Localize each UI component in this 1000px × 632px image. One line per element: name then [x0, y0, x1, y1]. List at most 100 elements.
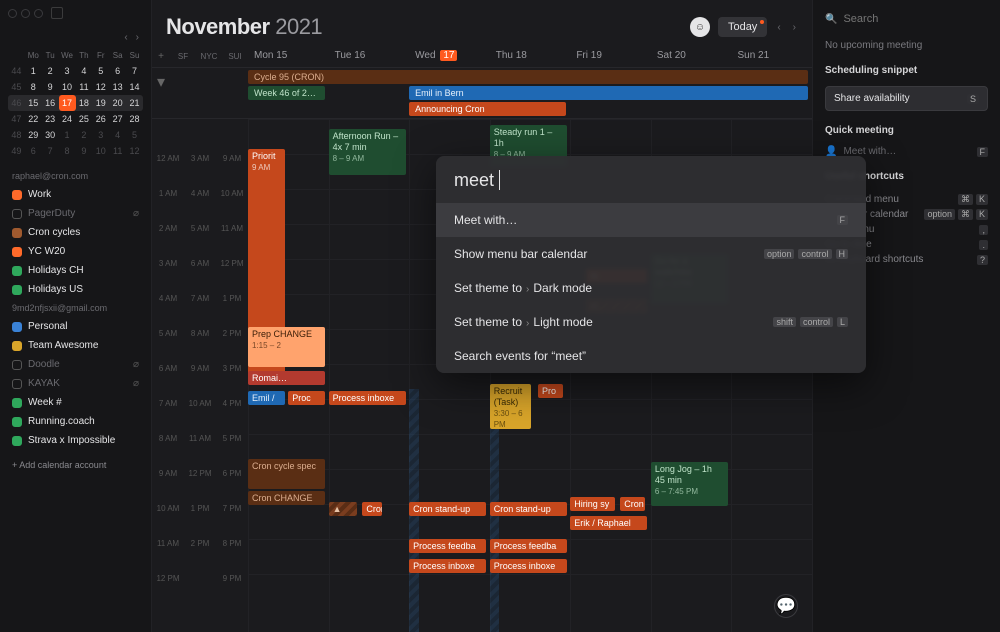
- add-timezone-icon[interactable]: +: [152, 46, 170, 67]
- sidebar-toggle-icon[interactable]: [51, 7, 63, 19]
- mini-cal-day[interactable]: 16: [42, 95, 59, 111]
- calendar-event[interactable]: Process feedba: [409, 539, 486, 553]
- day-column-header[interactable]: Fri 19: [570, 46, 651, 67]
- command-palette-input[interactable]: meet: [436, 156, 866, 203]
- mini-cal-day[interactable]: 19: [92, 95, 109, 111]
- calendar-item[interactable]: Doodle⌀: [0, 355, 151, 374]
- mini-cal-day[interactable]: 1: [59, 127, 76, 143]
- calendar-item[interactable]: Work: [0, 185, 151, 204]
- mini-cal-day[interactable]: 14: [126, 79, 143, 95]
- mini-cal-day[interactable]: 21: [126, 95, 143, 111]
- mini-cal-day[interactable]: 26: [92, 111, 109, 127]
- mini-cal-day[interactable]: 18: [76, 95, 93, 111]
- calendar-event[interactable]: Long Jog – 1h 45 min6 – 7:45 PM: [651, 462, 728, 506]
- share-availability-button[interactable]: Share availabilityS: [825, 86, 988, 111]
- mini-cal-day[interactable]: 12: [126, 143, 143, 159]
- command-palette-item[interactable]: Show menu bar calendaroptioncontrolH: [436, 237, 866, 271]
- mini-cal-day[interactable]: 5: [92, 63, 109, 79]
- calendar-item[interactable]: PagerDuty⌀: [0, 204, 151, 223]
- mini-cal-day[interactable]: 28: [126, 111, 143, 127]
- mini-cal-day[interactable]: 27: [109, 111, 126, 127]
- day-column-header[interactable]: Mon 15: [248, 46, 329, 67]
- calendar-item[interactable]: KAYAK⌀: [0, 374, 151, 393]
- calendar-item[interactable]: YC W20: [0, 242, 151, 261]
- mini-cal-day[interactable]: 8: [59, 143, 76, 159]
- mini-cal-day[interactable]: 24: [59, 111, 76, 127]
- mini-cal-day[interactable]: 13: [109, 79, 126, 95]
- calendar-item[interactable]: Team Awesome: [0, 336, 151, 355]
- mini-cal-day[interactable]: 3: [92, 127, 109, 143]
- calendar-event[interactable]: Emil /: [248, 391, 285, 405]
- mini-cal-day[interactable]: 1: [25, 63, 42, 79]
- calendar-item[interactable]: Running.coach: [0, 412, 151, 431]
- calendar-event[interactable]: Erik / Raphael: [570, 516, 647, 530]
- mini-cal-day[interactable]: 10: [59, 79, 76, 95]
- calendar-event[interactable]: Cron: [620, 497, 645, 511]
- calendar-event[interactable]: Pro: [538, 384, 563, 398]
- mini-cal-day[interactable]: 20: [109, 95, 126, 111]
- mini-cal-day[interactable]: 3: [59, 63, 76, 79]
- calendar-event[interactable]: Process inboxe: [490, 559, 567, 573]
- mini-cal-day[interactable]: 23: [42, 111, 59, 127]
- mini-cal-day[interactable]: 15: [25, 95, 42, 111]
- calendar-item[interactable]: Holidays CH: [0, 261, 151, 280]
- day-column-header[interactable]: Thu 18: [490, 46, 571, 67]
- allday-event[interactable]: Cycle 95 (CRON): [248, 70, 808, 84]
- calendar-event[interactable]: Prep CHANGE1:15 – 2: [248, 327, 325, 367]
- calendar-item[interactable]: Cron cycles: [0, 223, 151, 242]
- mini-cal-next-icon[interactable]: ›: [134, 30, 141, 45]
- calendar-event[interactable]: Cron cycle spec: [248, 459, 325, 489]
- mini-calendar[interactable]: MoTuWeThFrSaSu44123456745891011121314461…: [0, 45, 151, 167]
- calendar-event[interactable]: Process feedba: [490, 539, 567, 553]
- mini-cal-day[interactable]: 30: [42, 127, 59, 143]
- mini-cal-day[interactable]: 8: [25, 79, 42, 95]
- mini-cal-day[interactable]: 22: [25, 111, 42, 127]
- traffic-min-icon[interactable]: [21, 9, 30, 18]
- week-next-icon[interactable]: ›: [791, 20, 798, 35]
- mini-cal-day[interactable]: 4: [76, 63, 93, 79]
- mini-cal-day[interactable]: 49: [8, 143, 25, 159]
- allday-event[interactable]: Announcing Cron: [409, 102, 566, 116]
- traffic-close-icon[interactable]: [8, 9, 17, 18]
- calendar-event[interactable]: Recruit (Task)3:30 – 6 PM: [490, 384, 531, 429]
- day-column-header[interactable]: Tue 16: [329, 46, 410, 67]
- mini-cal-day[interactable]: 11: [109, 143, 126, 159]
- mini-cal-day[interactable]: 44: [8, 63, 25, 79]
- calendar-item[interactable]: Week #: [0, 393, 151, 412]
- mini-cal-day[interactable]: 9: [42, 79, 59, 95]
- day-column-header[interactable]: Sun 21: [731, 46, 812, 67]
- calendar-event[interactable]: Proc: [288, 391, 325, 405]
- calendar-event[interactable]: Cron stand-up: [409, 502, 486, 516]
- calendar-event[interactable]: Cron CHANGE: [248, 491, 325, 505]
- calendar-event[interactable]: ▲ Hiring …: [329, 502, 358, 516]
- calendar-event[interactable]: Cron stand-up: [490, 502, 567, 516]
- command-palette-item[interactable]: Set theme to›Light modeshiftcontrolL: [436, 305, 866, 339]
- user-avatar[interactable]: ☺: [690, 17, 710, 37]
- command-palette-item[interactable]: Search events for “meet”: [436, 339, 866, 373]
- mini-cal-day[interactable]: 10: [92, 143, 109, 159]
- mini-cal-prev-icon[interactable]: ‹: [122, 30, 129, 45]
- help-chat-icon[interactable]: 💬: [774, 594, 798, 618]
- today-button[interactable]: Today: [718, 17, 767, 37]
- calendar-event[interactable]: Hiring sy: [570, 497, 615, 511]
- allday-collapse-icon[interactable]: ▾: [152, 68, 170, 118]
- command-palette-item[interactable]: Set theme to›Dark mode: [436, 271, 866, 305]
- mini-cal-day[interactable]: 2: [76, 127, 93, 143]
- command-palette-item[interactable]: Meet with…F: [436, 203, 866, 237]
- allday-event[interactable]: Emil in Bern: [409, 86, 808, 100]
- mini-cal-day[interactable]: 6: [25, 143, 42, 159]
- mini-cal-day[interactable]: 7: [126, 63, 143, 79]
- mini-cal-day[interactable]: 45: [8, 79, 25, 95]
- week-prev-icon[interactable]: ‹: [775, 20, 782, 35]
- calendar-event[interactable]: Cron: [362, 502, 381, 516]
- mini-cal-day[interactable]: 25: [76, 111, 93, 127]
- mini-cal-day[interactable]: 29: [25, 127, 42, 143]
- mini-cal-day[interactable]: 7: [42, 143, 59, 159]
- calendar-event[interactable]: Romai…: [248, 371, 325, 385]
- command-palette[interactable]: meet Meet with…FShow menu bar calendarop…: [436, 156, 866, 373]
- calendar-item[interactable]: Strava x Impossible: [0, 431, 151, 450]
- calendar-event[interactable]: Process inboxe: [409, 559, 486, 573]
- day-column-header[interactable]: Wed 17: [409, 46, 490, 67]
- mini-cal-day[interactable]: 2: [42, 63, 59, 79]
- calendar-event[interactable]: Process inboxe: [329, 391, 406, 405]
